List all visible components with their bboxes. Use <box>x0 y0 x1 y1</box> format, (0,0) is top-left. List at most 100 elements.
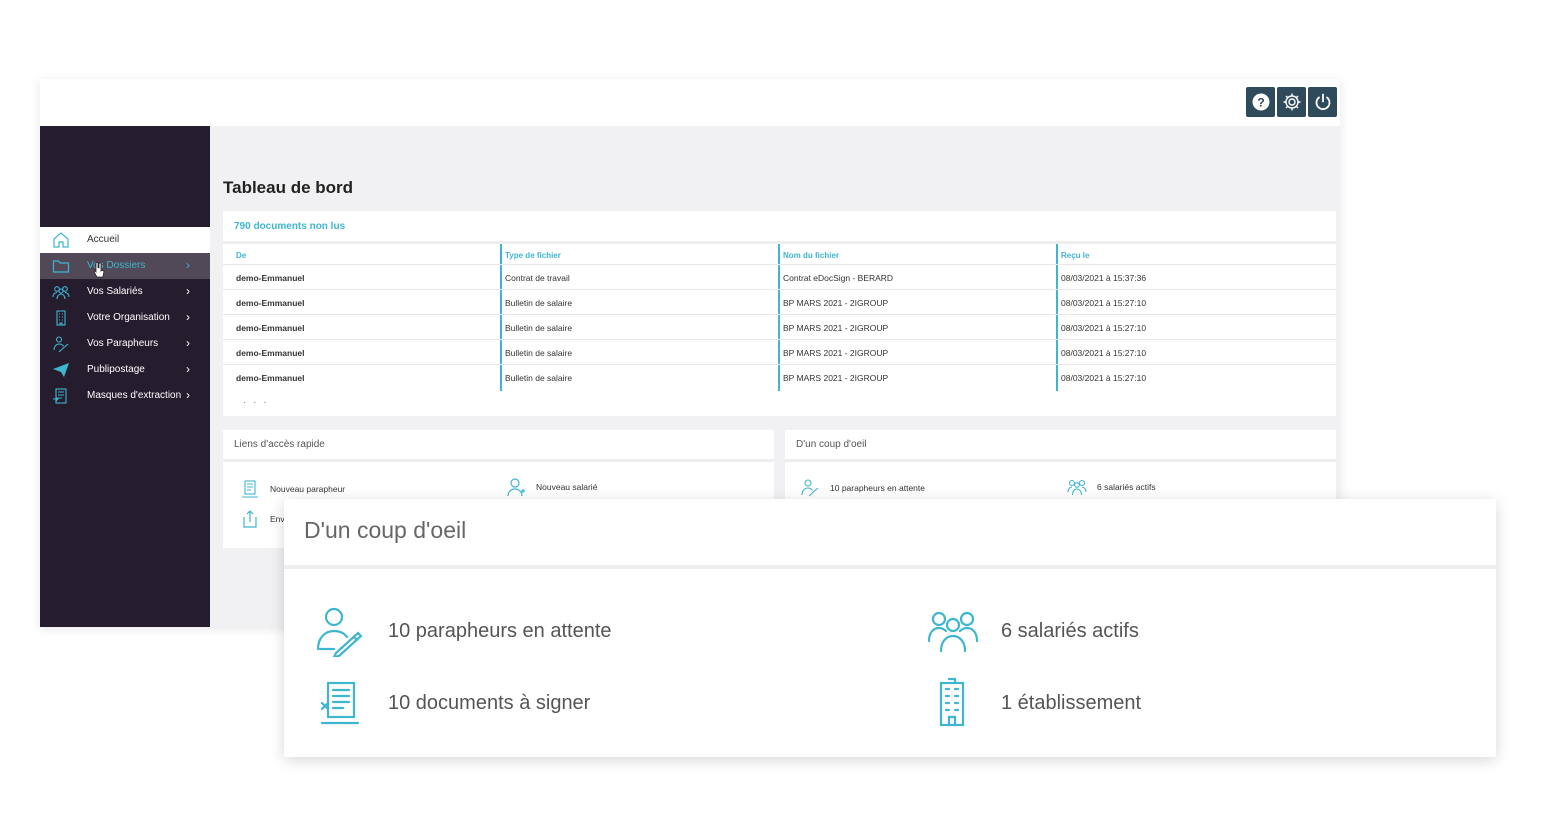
sidebar-item-dossiers[interactable]: Vos Dossiers › <box>40 253 210 279</box>
help-button[interactable]: ? <box>1246 87 1275 117</box>
unread-documents-header[interactable]: 790 documents non lus <box>223 211 1336 244</box>
users-icon <box>1067 477 1087 497</box>
column-header-from[interactable]: De <box>236 251 246 260</box>
table-row[interactable]: demo-Emmanuel Contrat de travail Contrat… <box>223 264 1336 290</box>
sidebar-item-label: Masques d'extraction <box>87 390 182 401</box>
quick-link-label: Env <box>270 514 285 524</box>
signer-icon <box>52 335 70 353</box>
cell-filename: BP MARS 2021 - 2IGROUP <box>783 348 889 358</box>
help-icon: ? <box>1252 93 1269 111</box>
chevron-right-icon: › <box>186 362 190 376</box>
page-title: Tableau de bord <box>223 178 354 197</box>
glance-item-label: 10 parapheurs en attente <box>830 483 925 493</box>
new-user-icon <box>506 477 526 497</box>
chevron-right-icon: › <box>186 258 190 272</box>
glance-zoom-item-label: 6 salariés actifs <box>1001 619 1139 642</box>
cell-received: 08/03/2021 à 15:27:10 <box>1061 373 1147 383</box>
power-icon <box>1315 93 1330 111</box>
glance-zoom-header: D'un coup d'oeil <box>284 499 1496 569</box>
document-sign-icon <box>314 677 366 729</box>
gear-icon <box>1283 93 1300 111</box>
column-header-received[interactable]: Reçu le <box>1061 251 1089 260</box>
glance-zoom-item-label: 10 parapheurs en attente <box>388 619 612 642</box>
settings-button[interactable] <box>1277 87 1306 117</box>
cell-from: demo-Emmanuel <box>236 273 305 283</box>
signer-icon <box>800 478 820 498</box>
new-parapheur-icon <box>240 479 260 499</box>
sidebar-item-organisation[interactable]: Votre Organisation › <box>40 305 210 331</box>
sidebar-item-masques[interactable]: Masques d'extraction › <box>40 383 210 409</box>
svg-text:?: ? <box>1257 96 1264 110</box>
sidebar-item-label: Vos Parapheurs <box>87 338 159 349</box>
cell-filename: BP MARS 2021 - 2IGROUP <box>783 323 889 333</box>
glance-zoom-item-etablissement[interactable]: 1 établissement <box>927 677 1141 729</box>
sidebar-item-parapheurs[interactable]: Vos Parapheurs › <box>40 331 210 357</box>
mouse-cursor-icon <box>93 262 105 278</box>
unread-documents-count: 790 documents non lus <box>234 221 346 232</box>
glance-item-parapheurs[interactable]: 10 parapheurs en attente <box>800 478 925 498</box>
upload-icon <box>240 509 260 529</box>
building-icon <box>927 677 979 729</box>
chevron-right-icon: › <box>186 284 190 298</box>
quick-links-header: Liens d'accès rapide <box>223 430 774 462</box>
glance-zoom-item-salaries[interactable]: 6 salariés actifs <box>927 605 1139 657</box>
quick-links-title: Liens d'accès rapide <box>234 439 325 450</box>
unread-documents-card: 790 documents non lus De Type de fichier… <box>223 211 1336 416</box>
glance-zoom-title: D'un coup d'oeil <box>304 517 467 543</box>
glance-item-salaries[interactable]: 6 salariés actifs <box>1067 477 1156 497</box>
signer-icon <box>314 605 366 657</box>
cell-filename: BP MARS 2021 - 2IGROUP <box>783 298 889 308</box>
chevron-right-icon: › <box>186 388 190 402</box>
folder-icon <box>52 257 70 275</box>
glance-zoom-item-parapheurs[interactable]: 10 parapheurs en attente <box>314 605 612 657</box>
cell-from: demo-Emmanuel <box>236 323 305 333</box>
quick-link-send[interactable]: Env <box>240 509 285 529</box>
cell-from: demo-Emmanuel <box>236 348 305 358</box>
building-icon <box>52 309 70 327</box>
cell-filename: Contrat eDocSign - BERARD <box>783 273 894 283</box>
cell-type: Contrat de travail <box>505 273 570 283</box>
glance-zoom-item-label: 1 établissement <box>1001 691 1142 714</box>
glance-zoom-item-label: 10 documents à signer <box>388 691 591 714</box>
home-icon <box>52 231 70 249</box>
sidebar-item-label: Votre Organisation <box>87 312 170 323</box>
logout-button[interactable] <box>1308 87 1337 117</box>
chevron-right-icon: › <box>186 336 190 350</box>
glance-item-label: 6 salariés actifs <box>1097 482 1156 492</box>
table-row[interactable]: demo-Emmanuel Bulletin de salaire BP MAR… <box>223 314 1336 340</box>
cell-received: 08/03/2021 à 15:27:10 <box>1061 298 1147 308</box>
sidebar-item-label: Accueil <box>87 234 120 245</box>
column-header-filename[interactable]: Nom du fichier <box>783 251 839 260</box>
sidebar-item-label: Vos Salariés <box>87 286 143 297</box>
cell-received: 08/03/2021 à 15:27:10 <box>1061 348 1147 358</box>
table-row[interactable]: demo-Emmanuel Bulletin de salaire BP MAR… <box>223 289 1336 315</box>
table-row[interactable]: demo-Emmanuel Bulletin de salaire BP MAR… <box>223 339 1336 365</box>
more-rows-indicator[interactable]: · · · <box>243 397 269 408</box>
sidebar-item-accueil[interactable]: Accueil <box>40 227 210 253</box>
cell-filename: BP MARS 2021 - 2IGROUP <box>783 373 889 383</box>
quick-link-new-parapheur[interactable]: Nouveau parapheur <box>240 479 345 499</box>
glance-header: D'un coup d'oeil <box>785 430 1336 462</box>
sidebar-item-publipostage[interactable]: Publipostage › <box>40 357 210 383</box>
sidebar-item-salaries[interactable]: Vos Salariés › <box>40 279 210 305</box>
table-row[interactable]: demo-Emmanuel Bulletin de salaire BP MAR… <box>223 364 1336 390</box>
cell-received: 08/03/2021 à 15:37:36 <box>1061 273 1147 283</box>
glance-title: D'un coup d'oeil <box>796 439 867 450</box>
quick-link-label: Nouveau parapheur <box>270 484 346 494</box>
quick-link-label: Nouveau salarié <box>536 482 598 492</box>
send-icon <box>52 361 70 379</box>
cell-from: demo-Emmanuel <box>236 373 305 383</box>
cell-from: demo-Emmanuel <box>236 298 305 308</box>
quick-link-new-salarie[interactable]: Nouveau salarié <box>506 477 597 497</box>
top-bar: ? <box>40 79 1340 126</box>
cell-type: Bulletin de salaire <box>505 373 573 383</box>
glance-zoom-card: D'un coup d'oeil 10 parapheurs en attent… <box>284 499 1496 757</box>
column-header-type[interactable]: Type de fichier <box>505 251 561 260</box>
extraction-icon <box>52 387 70 405</box>
glance-zoom-item-documents[interactable]: 10 documents à signer <box>314 677 590 729</box>
cell-type: Bulletin de salaire <box>505 348 573 358</box>
sidebar: Accueil Vos Dossiers › Vos Salariés › Vo… <box>40 126 210 627</box>
chevron-right-icon: › <box>186 310 190 324</box>
users-icon <box>927 605 979 657</box>
cell-received: 08/03/2021 à 15:27:10 <box>1061 323 1147 333</box>
